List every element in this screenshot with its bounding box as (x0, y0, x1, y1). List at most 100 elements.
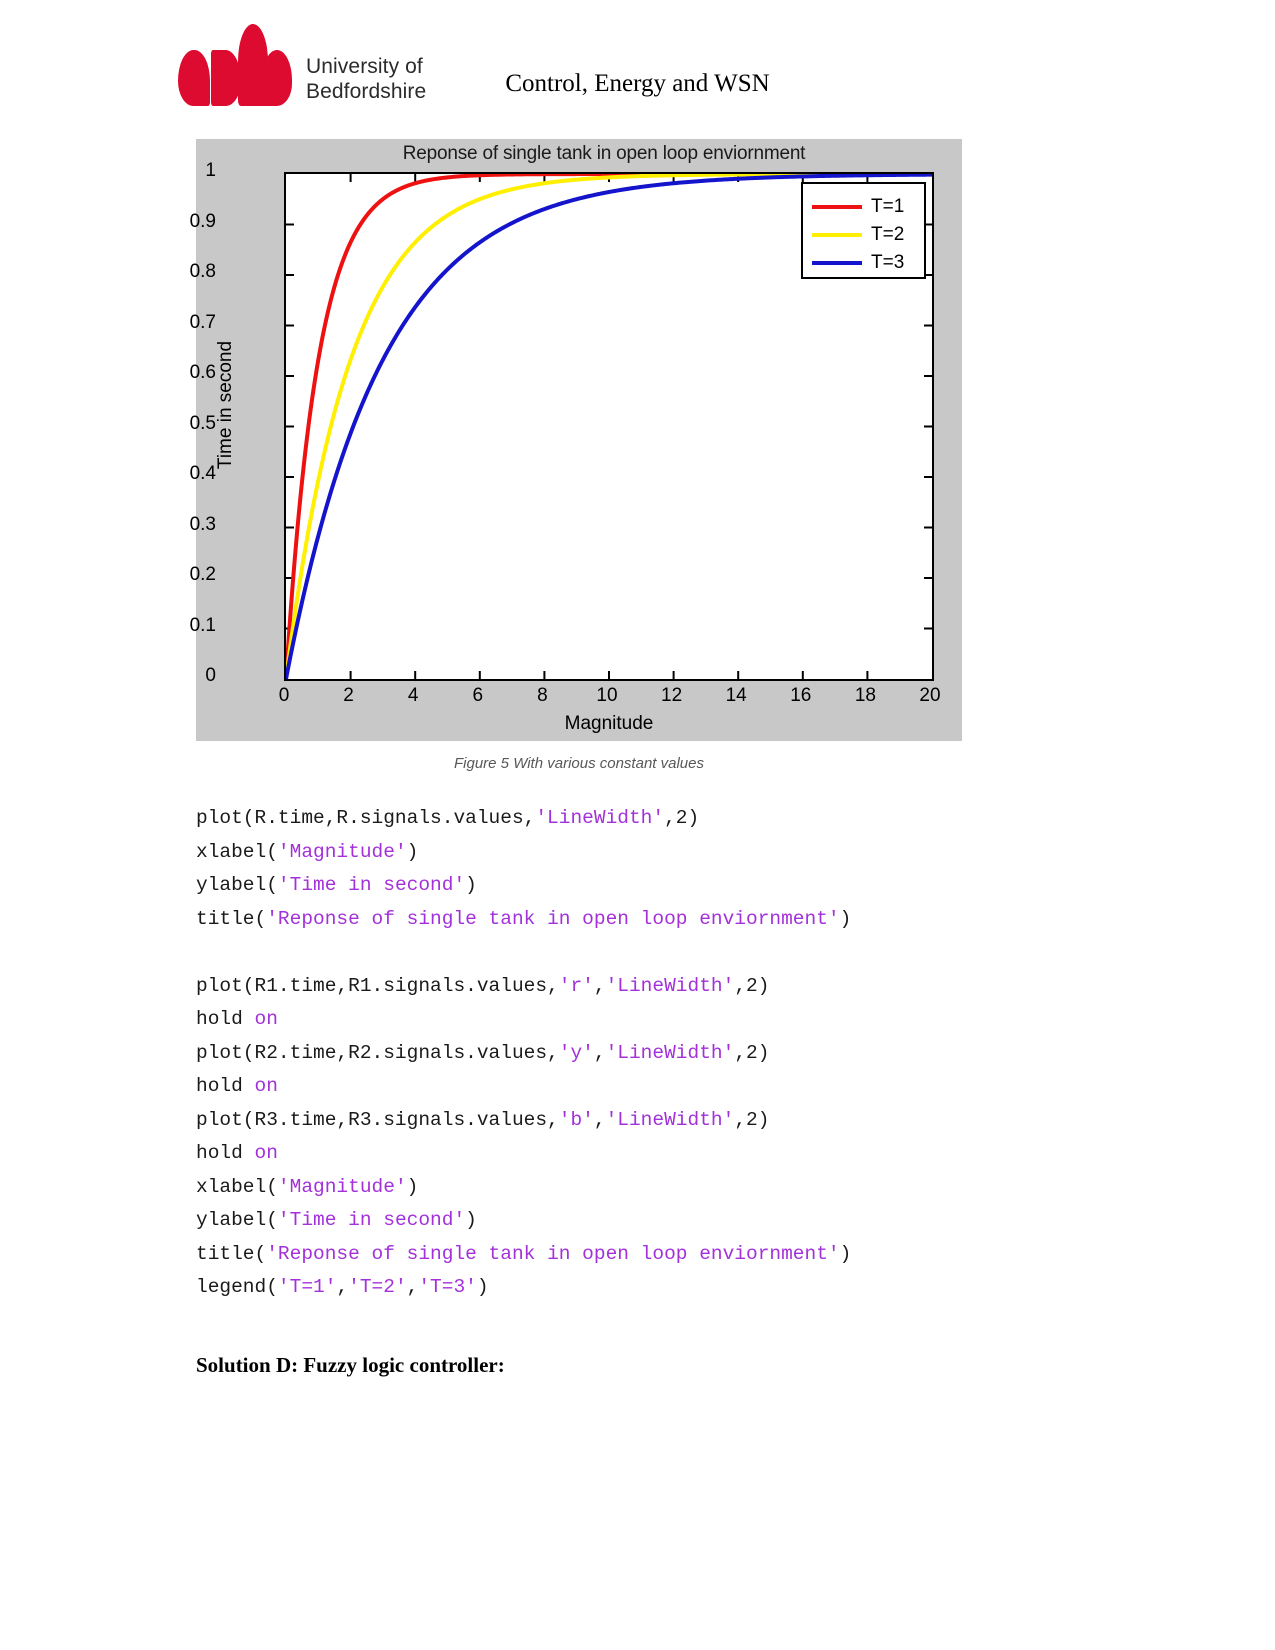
code-line: hold on (196, 1137, 1096, 1171)
x-tick-label: 8 (537, 685, 548, 706)
legend-color-swatch (812, 205, 862, 209)
code-token: 'T=3' (418, 1276, 477, 1298)
code-token: plot(R.time,R.signals.values, (196, 807, 536, 829)
solution-d-heading: Solution D: Fuzzy logic controller: (196, 1353, 505, 1377)
y-tick-label: 1 (205, 160, 216, 181)
code-token: ) (839, 1242, 852, 1265)
code-token: xlabel( (196, 1175, 278, 1198)
code-line: plot(R2.time,R2.signals.values,'y','Line… (196, 1037, 1096, 1071)
x-tick-label: 18 (854, 685, 876, 706)
code-token: , (336, 1276, 349, 1298)
x-tick-label: 16 (790, 685, 812, 706)
code-token: hold (196, 1075, 255, 1097)
code-token: xlabel( (196, 840, 278, 863)
matlab-figure-canvas: Reponse of single tank in open loop envi… (190, 139, 962, 741)
legend-label: T=2 (871, 224, 905, 245)
code-token: ) (465, 1209, 477, 1231)
legend-color-swatch (812, 261, 862, 265)
code-token: 'T=1' (277, 1276, 337, 1298)
code-line: plot(R3.time,R3.signals.values,'b','Line… (196, 1104, 1096, 1138)
y-axis-label: Time in second (215, 340, 236, 470)
code-token: on (254, 1008, 278, 1030)
code-token: 'LineWidth' (535, 807, 665, 829)
code-token: 'T=2' (348, 1276, 407, 1298)
code-token: , (593, 1108, 606, 1131)
x-tick-label: 14 (725, 685, 747, 706)
code-token: hold (196, 1142, 255, 1164)
code-token: , (593, 974, 606, 997)
legend-item: T=2 (803, 221, 924, 249)
code-token: 'Time in second' (277, 874, 466, 896)
y-tick-label: 0.7 (189, 311, 216, 333)
y-tick-label: 0.9 (189, 210, 216, 232)
code-line: title('Reponse of single tank in open lo… (196, 903, 1096, 937)
legend-label: T=1 (871, 196, 905, 217)
code-token: ylabel( (196, 874, 278, 896)
code-token: plot(R2.time,R2.signals.values, (196, 1041, 559, 1064)
y-tick-label: 0.8 (189, 261, 216, 282)
code-token: 'LineWidth' (605, 1041, 735, 1064)
code-token: ) (406, 1175, 419, 1198)
code-token: ,2) (734, 1041, 770, 1064)
code-line: xlabel('Magnitude') (196, 836, 1096, 870)
x-tick-label: 0 (278, 685, 290, 706)
code-token: 'Magnitude' (277, 1175, 407, 1198)
code-token: 'LineWidth' (605, 974, 735, 997)
y-tick-label: 0 (205, 665, 216, 686)
figure-caption: Figure 5 With various constant values (454, 755, 704, 772)
code-token: on (254, 1075, 278, 1097)
code-token: 'Magnitude' (277, 840, 407, 863)
x-axis-label: Magnitude (564, 713, 654, 734)
code-line: plot(R.time,R.signals.values,'LineWidth'… (196, 802, 1096, 836)
y-tick-label: 0.6 (189, 362, 216, 383)
y-tick-label: 0.1 (189, 614, 216, 636)
code-token: plot(R1.time,R1.signals.values, (196, 974, 559, 997)
legend-color-swatch (812, 233, 862, 237)
x-tick-label: 4 (407, 685, 419, 706)
code-line: plot(R1.time,R1.signals.values,'r','Line… (196, 970, 1096, 1004)
code-token: hold (196, 1008, 255, 1030)
code-token: plot(R3.time,R3.signals.values, (196, 1108, 559, 1131)
code-token: title( (196, 907, 267, 930)
code-line: ylabel('Time in second') (196, 869, 1096, 903)
y-tick-label: 0.2 (189, 564, 216, 585)
code-token: ,2) (734, 1108, 770, 1131)
code-token: 'Reponse of single tank in open loop env… (266, 907, 840, 930)
x-tick-label: 10 (596, 685, 618, 706)
x-tick-label: 20 (919, 685, 941, 706)
code-token: 'b' (558, 1108, 594, 1131)
code-token: legend( (196, 1276, 278, 1298)
code-line: hold on (196, 1003, 1096, 1037)
code-token: 'Time in second' (277, 1209, 466, 1231)
code-token: ) (465, 874, 477, 896)
code-line: ylabel('Time in second') (196, 1204, 1096, 1238)
figure-5: Reponse of single tank in open loop envi… (190, 139, 962, 741)
code-token: ,2) (734, 974, 770, 997)
document-header: University of Bedfordshire Control, Ener… (0, 0, 1275, 130)
code-token: ,2) (664, 807, 700, 829)
code-token: , (593, 1041, 606, 1064)
x-tick-label: 2 (343, 685, 354, 706)
code-token: ) (406, 840, 419, 863)
code-token: ) (839, 907, 852, 930)
page-title: Control, Energy and WSN (505, 70, 770, 97)
code-token: , (406, 1276, 419, 1298)
code-line: xlabel('Magnitude') (196, 1171, 1096, 1205)
code-token: on (254, 1142, 278, 1164)
chart-legend: T=1 T=2 T=3 (801, 182, 926, 279)
legend-item: T=1 (803, 193, 924, 221)
y-tick-label: 0.3 (189, 513, 216, 535)
code-token: 'r' (558, 974, 594, 997)
chart-title: Reponse of single tank in open loop envi… (402, 143, 806, 164)
x-tick-label: 6 (472, 685, 484, 706)
code-token: 'LineWidth' (605, 1108, 735, 1131)
code-line: legend('T=1','T=2','T=3') (196, 1271, 1096, 1305)
code-token: ) (476, 1276, 489, 1298)
legend-label: T=3 (871, 252, 905, 273)
legend-item: T=3 (803, 249, 924, 277)
code-token: 'Reponse of single tank in open loop env… (266, 1242, 840, 1265)
code-token: 'y' (558, 1041, 594, 1064)
matlab-code-block: plot(R.time,R.signals.values,'LineWidth'… (196, 802, 1096, 1305)
code-line: title('Reponse of single tank in open lo… (196, 1238, 1096, 1272)
